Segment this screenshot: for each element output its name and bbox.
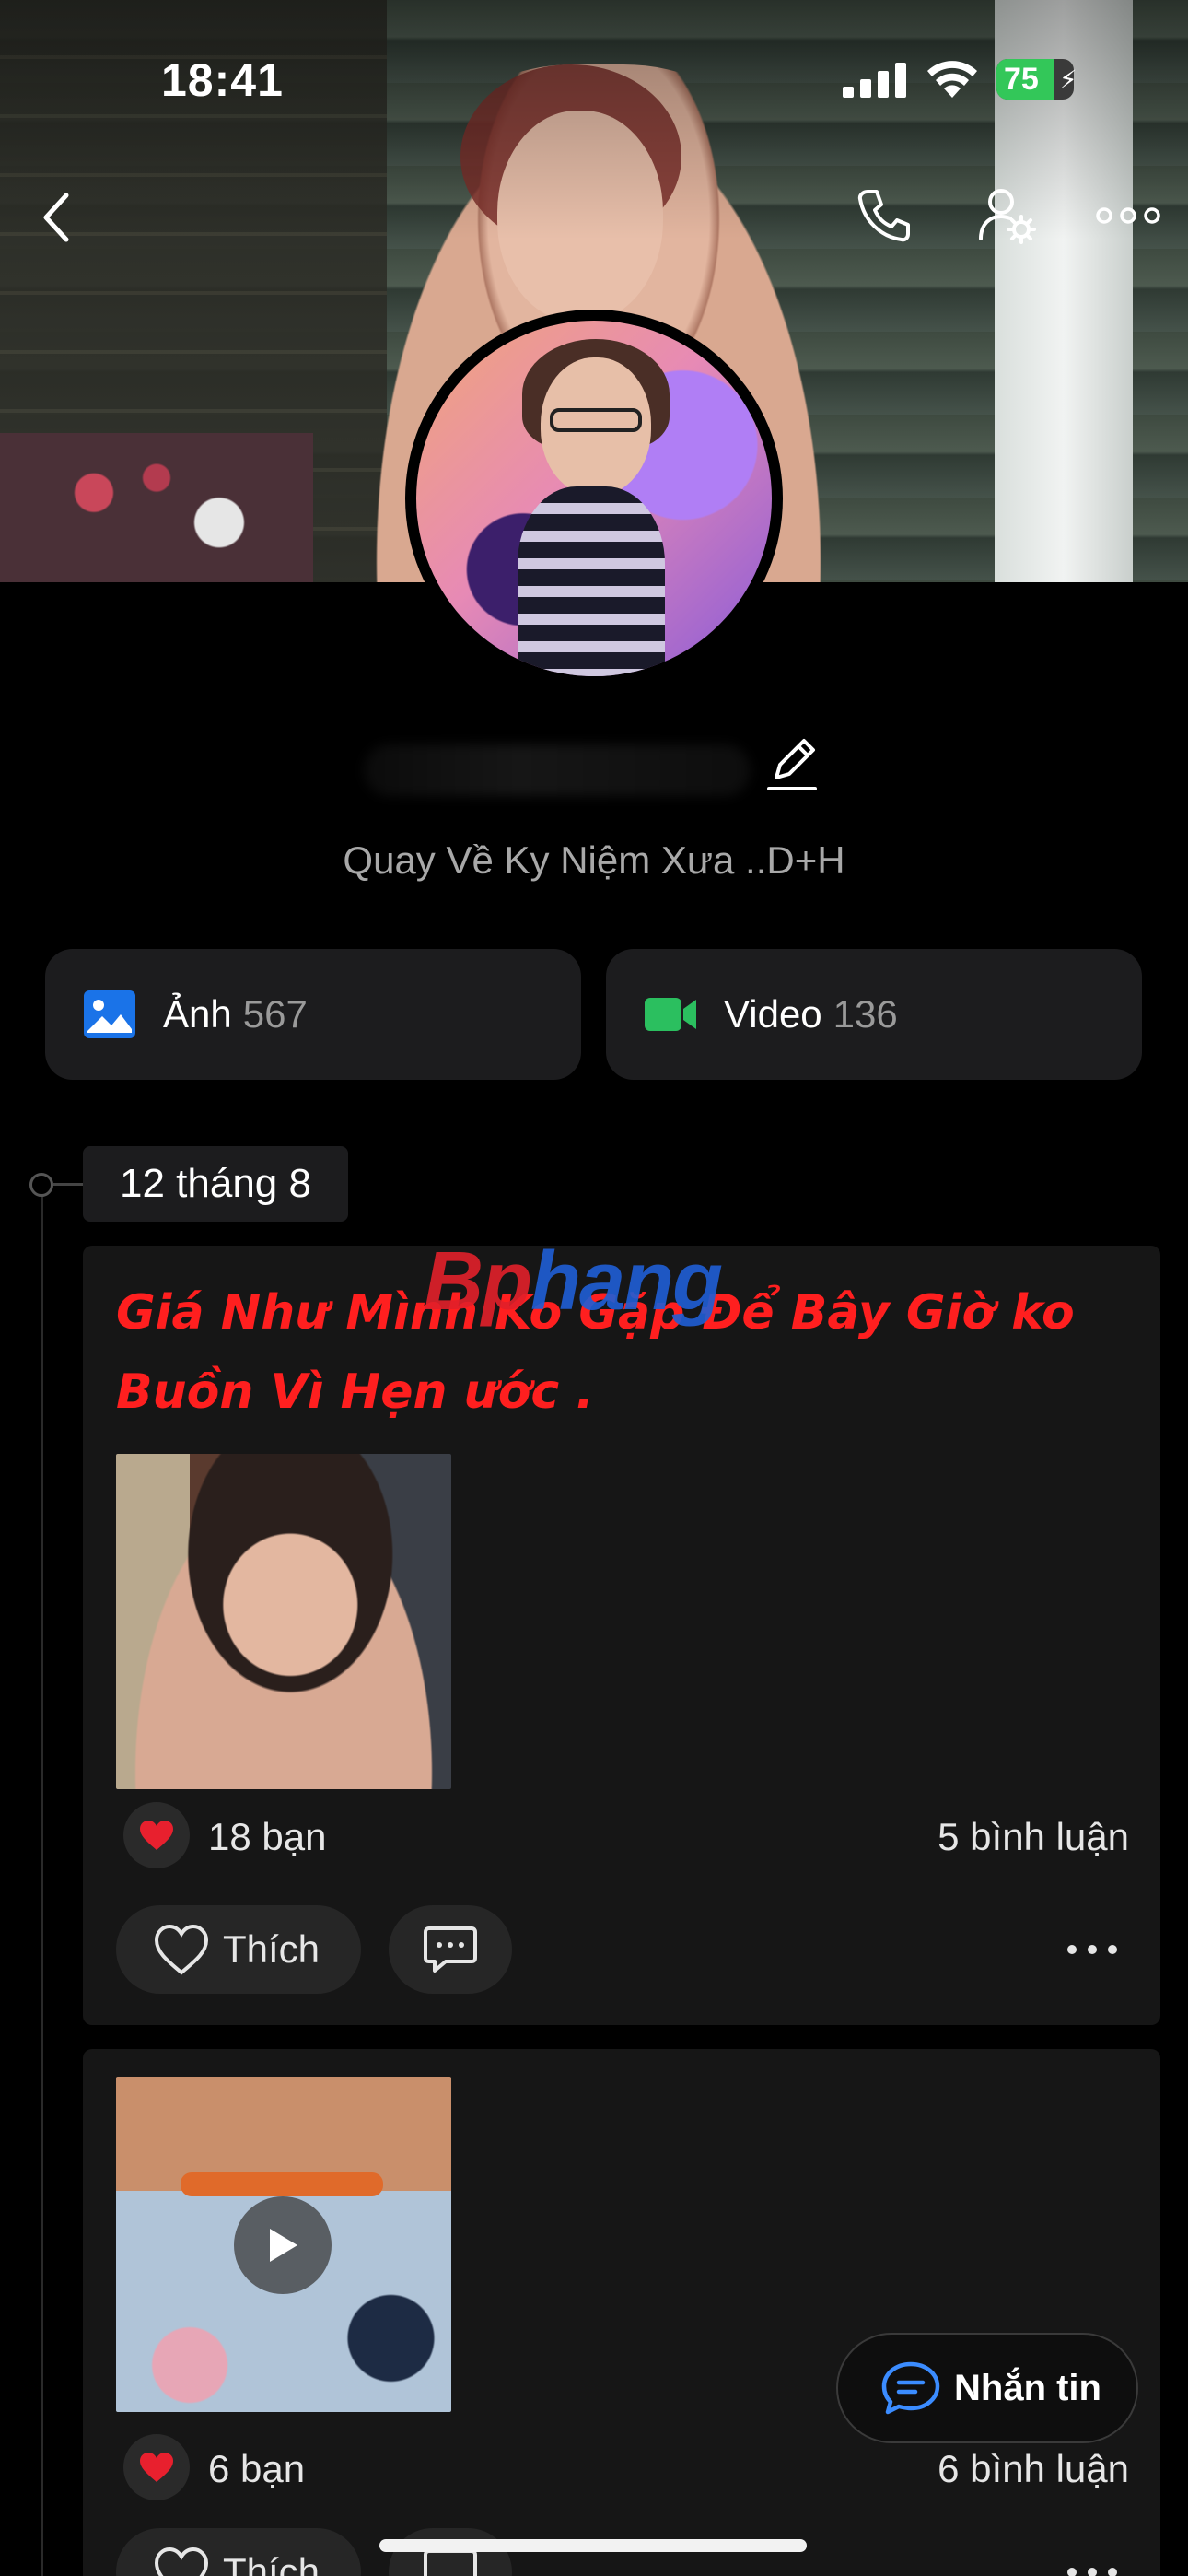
comment-button[interactable] <box>389 2528 512 2576</box>
timeline-node <box>29 1173 53 1197</box>
user-settings-icon <box>979 189 1036 244</box>
phone-icon <box>857 190 910 242</box>
heart-reaction-icon[interactable] <box>123 1802 190 1868</box>
timeline-date: 12 tháng 8 <box>83 1146 348 1222</box>
like-button[interactable]: Thích <box>116 1905 361 1994</box>
pencil-icon <box>767 739 817 790</box>
profile-name-row <box>0 728 1188 811</box>
cover-pillow <box>0 433 313 582</box>
feed-post: Giá Như Mình Ko Gặp Để Bây Giờ ko Buồn V… <box>83 1246 1160 2025</box>
timeline-line <box>41 1181 43 2576</box>
comments-count[interactable]: 6 bình luận <box>938 2447 1129 2491</box>
like-button[interactable]: Thích <box>116 2528 361 2576</box>
post-actions: Thích <box>116 1905 1129 1994</box>
heart-outline-icon <box>154 2547 209 2576</box>
ellipsis-icon <box>1096 207 1160 224</box>
heart-icon <box>140 1821 173 1850</box>
thumbnail-scroll-decor <box>181 2172 383 2196</box>
like-label: Thích <box>223 2550 320 2576</box>
profile-name <box>368 748 746 800</box>
reaction-summary: 18 bạn 5 bình luận <box>116 1802 1129 1872</box>
comments-count[interactable]: 5 bình luận <box>938 1815 1129 1859</box>
chat-bubble-icon <box>881 2361 940 2415</box>
profile-settings-button[interactable] <box>971 179 1044 252</box>
video-camera-icon <box>645 998 696 1031</box>
post-more-button[interactable] <box>1055 2545 1129 2576</box>
avatar-image <box>416 321 772 676</box>
home-indicator[interactable] <box>379 2539 807 2552</box>
call-button[interactable] <box>847 179 921 252</box>
feed-post: 6 bạn 6 bình luận Thích <box>83 2049 1160 2576</box>
message-label: Nhắn tin <box>954 2367 1101 2408</box>
post-video-thumbnail[interactable] <box>116 2077 451 2412</box>
photos-label: Ảnh <box>163 992 232 1036</box>
chevron-left-icon <box>43 193 69 242</box>
play-icon <box>270 2229 297 2262</box>
avatar-glasses <box>550 408 642 432</box>
profile-top-bar <box>0 175 1188 258</box>
charging-bolt-icon: ⚡ <box>1059 65 1077 94</box>
videos-album-button[interactable]: Video 136 <box>606 949 1142 1080</box>
more-options-button[interactable] <box>1090 179 1166 252</box>
watermark-part2: hang <box>530 1235 723 1328</box>
post-actions: Thích <box>116 2528 1129 2576</box>
photos-album-button[interactable]: Ảnh 567 <box>45 949 581 1080</box>
ellipsis-icon <box>1067 2568 1117 2576</box>
ellipsis-icon <box>1067 1945 1117 1954</box>
heart-reaction-icon[interactable] <box>123 2434 190 2500</box>
back-button[interactable] <box>20 181 94 254</box>
battery-percent: 75 <box>1004 62 1039 97</box>
edit-name-button[interactable] <box>755 728 829 802</box>
post-more-button[interactable] <box>1055 1922 1129 1977</box>
cellular-signal-icon <box>843 63 906 98</box>
status-bar: 18:41 75 ⚡ <box>0 0 1188 147</box>
profile-avatar[interactable] <box>405 310 783 687</box>
watermark-part1: Bp <box>424 1235 532 1328</box>
like-label: Thích <box>223 1927 320 1971</box>
comment-icon <box>424 1926 477 1973</box>
likes-count[interactable]: 18 bạn <box>208 1815 326 1859</box>
photos-count: 567 <box>242 992 308 1036</box>
videos-label: Video <box>724 992 822 1036</box>
heart-icon <box>140 2453 173 2482</box>
reaction-summary: 6 bạn 6 bình luận <box>116 2434 1129 2504</box>
play-button[interactable] <box>234 2196 332 2294</box>
wifi-icon <box>927 61 977 98</box>
comment-button[interactable] <box>389 1905 512 1994</box>
message-button[interactable]: Nhắn tin <box>836 2333 1138 2443</box>
image-icon <box>84 990 135 1038</box>
likes-count[interactable]: 6 bạn <box>208 2447 305 2491</box>
status-time: 18:41 <box>161 54 284 106</box>
watermark-logo: Bphang <box>424 1235 723 1329</box>
timeline-connector <box>53 1183 83 1186</box>
battery-indicator: 75 ⚡ <box>996 59 1079 100</box>
videos-count: 136 <box>833 992 898 1036</box>
post-photo[interactable] <box>116 1454 451 1789</box>
profile-bio: Quay Về Ky Niệm Xưa ..D+H <box>343 838 845 882</box>
avatar-dress <box>518 486 665 676</box>
heart-outline-icon <box>154 1924 209 1975</box>
